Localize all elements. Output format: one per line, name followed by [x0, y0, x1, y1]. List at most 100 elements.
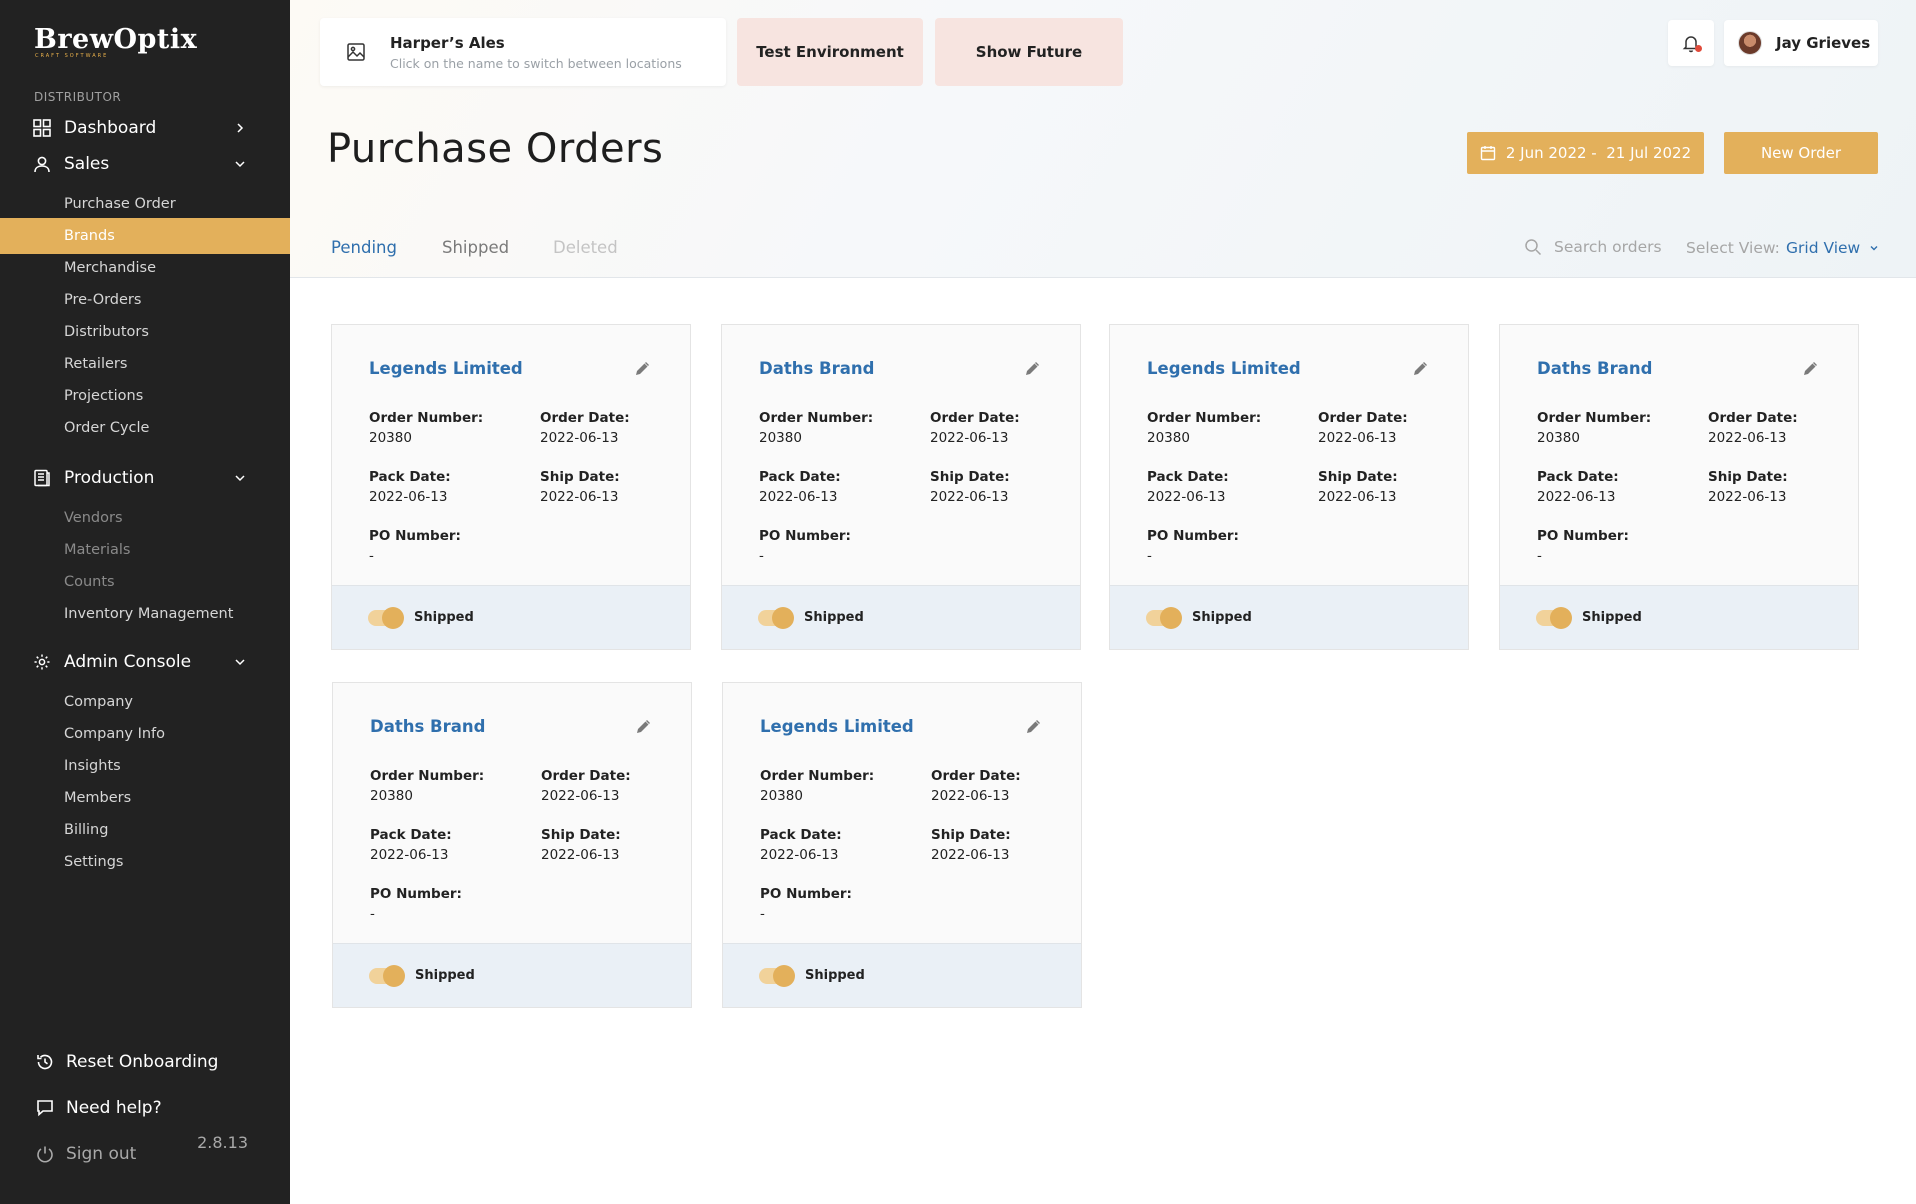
- nav-order-cycle[interactable]: Order Cycle: [0, 410, 290, 446]
- nav-distributors[interactable]: Distributors: [0, 314, 290, 350]
- order-brand-link[interactable]: Legends Limited: [1147, 359, 1301, 378]
- nav-dashboard-label: Dashboard: [64, 118, 157, 138]
- order-card-footer: Shipped: [722, 585, 1080, 649]
- po-number-value: -: [1537, 548, 1542, 564]
- shipped-toggle[interactable]: [1146, 606, 1182, 629]
- order-brand-link[interactable]: Daths Brand: [1537, 359, 1652, 378]
- nav-company-info[interactable]: Company Info: [0, 716, 290, 752]
- brand-logo[interactable]: BrewOptix CRAFT SOFTWARE: [34, 24, 197, 59]
- pencil-icon[interactable]: [1412, 361, 1428, 377]
- shipped-toggle[interactable]: [758, 606, 794, 629]
- order-number-field: Order Number: 20380: [760, 768, 874, 804]
- select-view-dropdown[interactable]: Grid View: [1786, 239, 1880, 257]
- toggle-knob: [383, 964, 405, 987]
- nav-company[interactable]: Company: [0, 684, 290, 720]
- order-number-label: Order Number:: [759, 410, 874, 426]
- po-number-value: -: [760, 906, 765, 922]
- nav-vendors[interactable]: Vendors: [0, 500, 290, 536]
- order-date-field: Order Date: 2022-06-13: [1708, 410, 1798, 446]
- search-orders[interactable]: Search orders: [1524, 238, 1662, 256]
- location-switcher[interactable]: Harper’s Ales Click on the name to switc…: [320, 18, 726, 86]
- toggle-knob: [772, 606, 794, 629]
- order-card[interactable]: Legends Limited Order Number: 20380 Orde…: [722, 682, 1082, 1008]
- order-card[interactable]: Legends Limited Order Number: 20380 Orde…: [331, 324, 691, 650]
- order-brand-link[interactable]: Legends Limited: [369, 359, 523, 378]
- search-placeholder[interactable]: Search orders: [1554, 238, 1662, 256]
- need-help-label: Need help?: [66, 1098, 162, 1118]
- order-brand-link[interactable]: Daths Brand: [759, 359, 874, 378]
- nav-insights[interactable]: Insights: [0, 748, 290, 784]
- tab-deleted[interactable]: Deleted: [553, 238, 618, 257]
- order-brand-link[interactable]: Legends Limited: [760, 717, 914, 736]
- user-menu[interactable]: Jay Grieves: [1724, 20, 1878, 66]
- nav-materials[interactable]: Materials: [0, 532, 290, 568]
- ship-date-value: 2022-06-13: [540, 489, 619, 505]
- pencil-icon[interactable]: [634, 361, 650, 377]
- sign-out-button[interactable]: Sign out: [34, 1143, 136, 1165]
- ship-date-label: Ship Date:: [931, 827, 1011, 843]
- tab-pending[interactable]: Pending: [331, 238, 397, 257]
- show-future-button[interactable]: Show Future: [935, 18, 1123, 86]
- nav-projections[interactable]: Projections: [0, 378, 290, 414]
- order-card[interactable]: Legends Limited Order Number: 20380 Orde…: [1109, 324, 1469, 650]
- section-label: DISTRIBUTOR: [34, 90, 122, 104]
- ship-date-value: 2022-06-13: [1318, 489, 1397, 505]
- po-number-label: PO Number:: [760, 886, 852, 902]
- pencil-icon[interactable]: [1802, 361, 1818, 377]
- nav-brands[interactable]: Brands: [0, 218, 290, 254]
- nav-counts[interactable]: Counts: [0, 564, 290, 600]
- toggle-knob: [773, 964, 795, 987]
- test-environment-button[interactable]: Test Environment: [737, 18, 923, 86]
- nav-retailers[interactable]: Retailers: [0, 346, 290, 382]
- gear-icon: [32, 652, 52, 672]
- pencil-icon[interactable]: [1024, 361, 1040, 377]
- notifications-button[interactable]: [1668, 20, 1714, 66]
- shipped-label: Shipped: [804, 610, 864, 625]
- date-range-label: 2 Jun 2022 - 21 Jul 2022: [1505, 144, 1692, 162]
- shipped-toggle[interactable]: [368, 606, 404, 629]
- nav-admin-console[interactable]: Admin Console: [0, 645, 290, 679]
- location-name[interactable]: Harper’s Ales: [390, 34, 682, 52]
- shipped-toggle[interactable]: [1536, 606, 1572, 629]
- shipped-toggle[interactable]: [759, 964, 795, 987]
- need-help-button[interactable]: Need help?: [34, 1097, 162, 1119]
- pencil-icon[interactable]: [1025, 719, 1041, 735]
- po-number-label: PO Number:: [370, 886, 462, 902]
- nav-inventory-management[interactable]: Inventory Management: [0, 596, 290, 632]
- select-view-label: Select View:: [1686, 239, 1780, 257]
- new-order-button[interactable]: New Order: [1724, 132, 1878, 174]
- order-brand-link[interactable]: Daths Brand: [370, 717, 485, 736]
- nav-sales[interactable]: Sales: [0, 147, 290, 181]
- nav-settings[interactable]: Settings: [0, 844, 290, 880]
- po-number-label: PO Number:: [759, 528, 851, 544]
- order-date-value: 2022-06-13: [930, 430, 1009, 446]
- pack-date-label: Pack Date:: [759, 469, 841, 485]
- po-number-field: PO Number: -: [1147, 528, 1239, 564]
- nav-pre-orders[interactable]: Pre-Orders: [0, 282, 290, 318]
- order-card[interactable]: Daths Brand Order Number: 20380 Order Da…: [721, 324, 1081, 650]
- order-number-field: Order Number: 20380: [1537, 410, 1651, 446]
- shipped-toggle[interactable]: [369, 964, 405, 987]
- nav-members[interactable]: Members: [0, 780, 290, 816]
- nav-purchase-order[interactable]: Purchase Order: [0, 186, 290, 222]
- po-number-field: PO Number: -: [759, 528, 851, 564]
- nav-production[interactable]: Production: [0, 461, 290, 495]
- history-icon: [34, 1051, 56, 1073]
- nav-billing[interactable]: Billing: [0, 812, 290, 848]
- order-card-footer: Shipped: [332, 585, 690, 649]
- order-card[interactable]: Daths Brand Order Number: 20380 Order Da…: [332, 682, 692, 1008]
- nav-production-label: Production: [64, 468, 155, 488]
- pencil-icon[interactable]: [635, 719, 651, 735]
- tab-shipped[interactable]: Shipped: [442, 238, 509, 257]
- nav-dashboard[interactable]: Dashboard: [0, 111, 290, 145]
- nav-merchandise[interactable]: Merchandise: [0, 250, 290, 286]
- pack-date-field: Pack Date: 2022-06-13: [760, 827, 842, 863]
- reset-onboarding-button[interactable]: Reset Onboarding: [34, 1051, 218, 1073]
- date-range-picker[interactable]: 2 Jun 2022 - 21 Jul 2022: [1467, 132, 1704, 174]
- pack-date-value: 2022-06-13: [369, 489, 448, 505]
- pack-date-value: 2022-06-13: [759, 489, 838, 505]
- pack-date-label: Pack Date:: [369, 469, 451, 485]
- order-date-value: 2022-06-13: [1318, 430, 1397, 446]
- po-number-field: PO Number: -: [760, 886, 852, 922]
- order-card[interactable]: Daths Brand Order Number: 20380 Order Da…: [1499, 324, 1859, 650]
